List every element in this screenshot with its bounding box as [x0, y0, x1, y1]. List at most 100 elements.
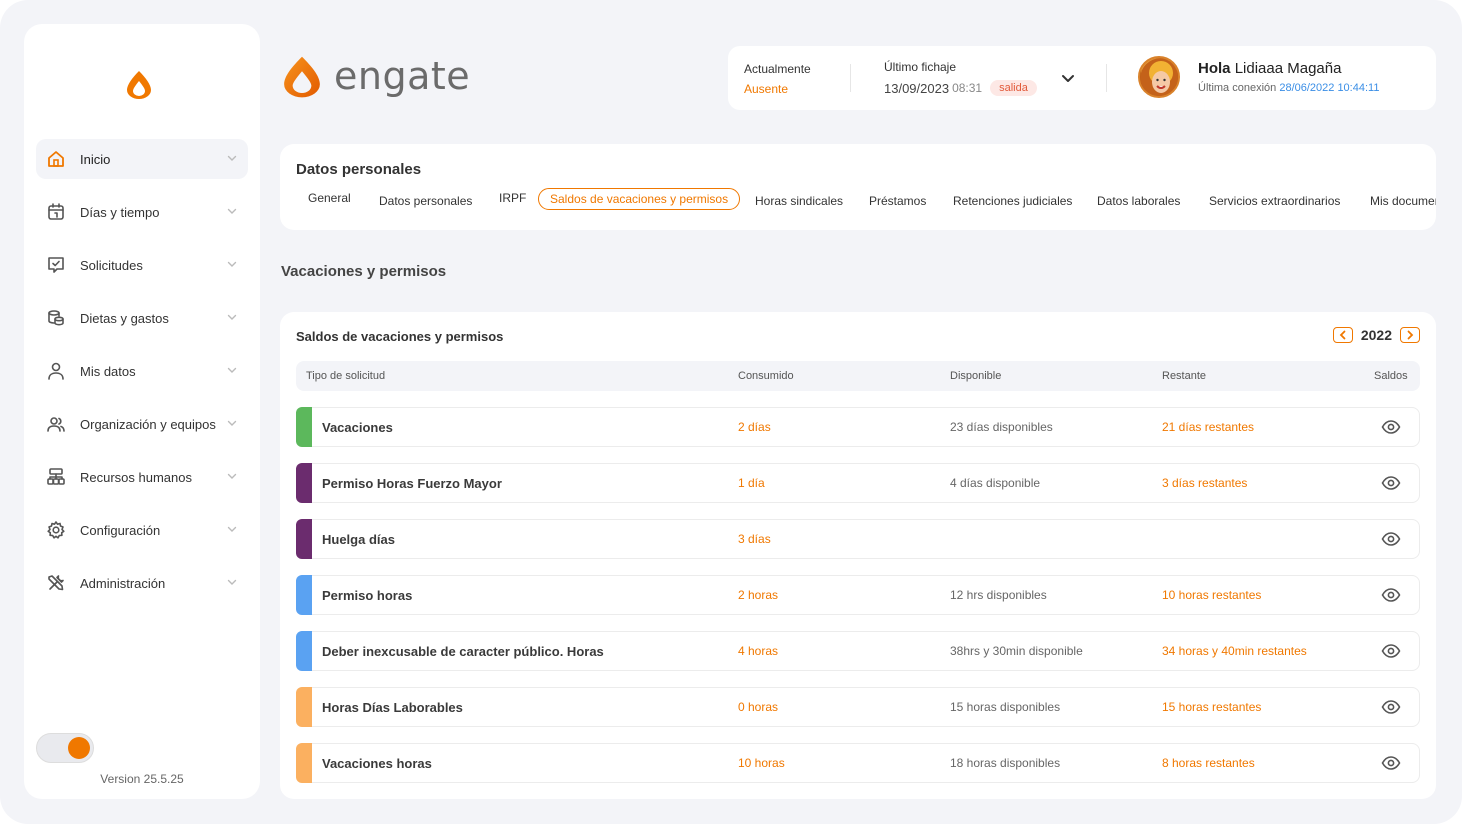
table-row: Deber inexcusable de caracter público. H… [296, 631, 1420, 671]
sidebar-item-label: Recursos humanos [80, 469, 192, 485]
request-type: Huelga días [322, 532, 395, 547]
request-type: Vacaciones [322, 420, 393, 435]
next-year-button[interactable] [1400, 327, 1420, 343]
chevron-down-icon[interactable] [226, 470, 238, 482]
type-color-bar [296, 631, 312, 671]
chevron-down-icon[interactable] [226, 311, 238, 323]
sidebar-item-label: Configuración [80, 522, 161, 538]
tab-retenciones-judiciales[interactable]: Retenciones judiciales [953, 194, 1072, 208]
consumed-value: 0 horas [738, 700, 779, 714]
page-title: Datos personales [296, 161, 422, 178]
eye-icon[interactable] [1381, 419, 1401, 435]
tab-servicios-extraordinarios[interactable]: Servicios extraordinarios [1209, 194, 1340, 208]
engate-logo-icon [127, 71, 151, 99]
current-status-label: Actualmente [744, 62, 811, 76]
column-header: Consumido [738, 370, 794, 382]
column-header: Disponible [950, 370, 1002, 382]
request-check-icon [46, 255, 66, 275]
chevron-down-icon[interactable] [226, 417, 238, 429]
eye-icon[interactable] [1381, 643, 1401, 659]
sidebar-item-label: Organización y equipos [80, 416, 216, 432]
chevron-down-icon[interactable] [1060, 70, 1076, 86]
sidebar-item-label: Solicitudes [80, 257, 143, 273]
eye-icon[interactable] [1381, 699, 1401, 715]
tab-general[interactable]: General [308, 191, 351, 205]
sidebar-item-administracion[interactable]: Administración [36, 563, 248, 603]
eye-icon[interactable] [1381, 587, 1401, 603]
available-value: 18 horas disponibles [950, 756, 1061, 770]
sidebar-item-dietas-y-gastos[interactable]: Dietas y gastos [36, 298, 248, 338]
tab-horas-sindicales[interactable]: Horas sindicales [755, 194, 843, 208]
column-header: Saldos [1374, 370, 1408, 382]
sidebar-item-dias-y-tiempo[interactable]: Días y tiempo [36, 192, 248, 232]
current-status: Actualmente Ausente [744, 62, 811, 96]
sidebar-item-recursos-humanos[interactable]: Recursos humanos [36, 457, 248, 497]
chevron-left-icon [1339, 330, 1346, 340]
chevron-right-icon [1407, 330, 1414, 340]
coins-icon [46, 308, 66, 328]
sidebar: Inicio Días y tiempo Solicitudes Dietas y g… [24, 24, 260, 799]
toggle-knob [68, 737, 90, 759]
type-color-bar [296, 743, 312, 783]
avatar[interactable] [1138, 56, 1180, 98]
sidebar-item-configuracion[interactable]: Configuración [36, 510, 248, 550]
type-color-bar [296, 575, 312, 615]
request-type: Vacaciones horas [322, 756, 432, 771]
app-window: Inicio Días y tiempo Solicitudes Dietas y g… [0, 0, 1462, 824]
org-chart-icon [46, 467, 66, 487]
chevron-down-icon[interactable] [226, 576, 238, 588]
engate-logo-icon [284, 56, 320, 98]
available-value: 23 días disponibles [950, 420, 1053, 434]
chevron-down-icon[interactable] [226, 523, 238, 535]
tools-icon [46, 573, 66, 593]
request-type: Permiso horas [322, 588, 413, 603]
type-color-bar [296, 519, 312, 559]
remaining-value: 21 días restantes [1162, 420, 1255, 434]
chevron-down-icon[interactable] [226, 364, 238, 376]
type-color-bar [296, 463, 312, 503]
tab-prestamos[interactable]: Préstamos [869, 194, 926, 208]
chevron-down-icon[interactable] [226, 258, 238, 270]
tab-mis-documentos[interactable]: Mis documentos [1370, 194, 1436, 208]
sidebar-item-mis-datos[interactable]: Mis datos [36, 351, 248, 391]
users-icon [46, 414, 66, 434]
eye-icon[interactable] [1381, 755, 1401, 771]
available-value: 38hrs y 30min disponible [950, 644, 1083, 658]
table-header: Tipo de solicitud Consumido Disponible R… [296, 361, 1420, 391]
consumed-value: 10 horas [738, 756, 785, 770]
last-clock-in-date: 13/09/2023 [884, 80, 950, 96]
last-clock-in: Último fichaje 13/09/2023 08:31 salida [884, 60, 1037, 96]
eye-icon[interactable] [1381, 475, 1401, 491]
calendar-icon [46, 202, 66, 222]
tab-datos-laborales[interactable]: Datos laborales [1097, 194, 1180, 208]
remaining-value: 34 horas y 40min restantes [1162, 644, 1307, 658]
current-status-value: Ausente [744, 82, 789, 96]
divider [1106, 64, 1107, 92]
column-header: Restante [1162, 370, 1207, 382]
remaining-value: 15 horas restantes [1162, 700, 1262, 714]
available-value: 4 días disponible [950, 476, 1041, 490]
sidebar-item-organizacion-y-equipos[interactable]: Organización y equipos [36, 404, 248, 444]
sidebar-item-label: Administración [80, 575, 166, 591]
balances-table-card: Saldos de vacaciones y permisos 2022 Tip… [280, 312, 1436, 799]
consumed-value: 2 días [738, 420, 771, 434]
prev-year-button[interactable] [1332, 327, 1353, 343]
sidebar-item-label: Dietas y gastos [80, 310, 169, 326]
last-connection-value: 28/06/2022 10:44:11 [1279, 82, 1380, 94]
tab-irpf[interactable]: IRPF [499, 191, 526, 205]
gear-icon [46, 520, 66, 540]
table-row: Horas Días Laborables 0 horas 15 horas dis… [296, 687, 1420, 727]
home-icon [46, 149, 66, 169]
chevron-down-icon[interactable] [226, 152, 238, 164]
last-connection-label: Última conexión [1198, 82, 1277, 94]
brand-wordmark: engate [334, 54, 471, 98]
sidebar-nav: Inicio Días y tiempo Solicitudes Dietas y g… [36, 139, 248, 616]
eye-icon[interactable] [1381, 531, 1401, 547]
tab-datos-personales[interactable]: Datos personales [379, 194, 472, 208]
tab-saldos-de-vacaciones-y-permisos[interactable]: Saldos de vacaciones y permisos [538, 188, 741, 210]
sidebar-item-inicio[interactable]: Inicio [36, 139, 248, 179]
sidebar-item-solicitudes[interactable]: Solicitudes [36, 245, 248, 285]
chevron-down-icon[interactable] [226, 205, 238, 217]
theme-toggle[interactable] [36, 733, 94, 763]
sidebar-item-label: Días y tiempo [80, 204, 160, 220]
